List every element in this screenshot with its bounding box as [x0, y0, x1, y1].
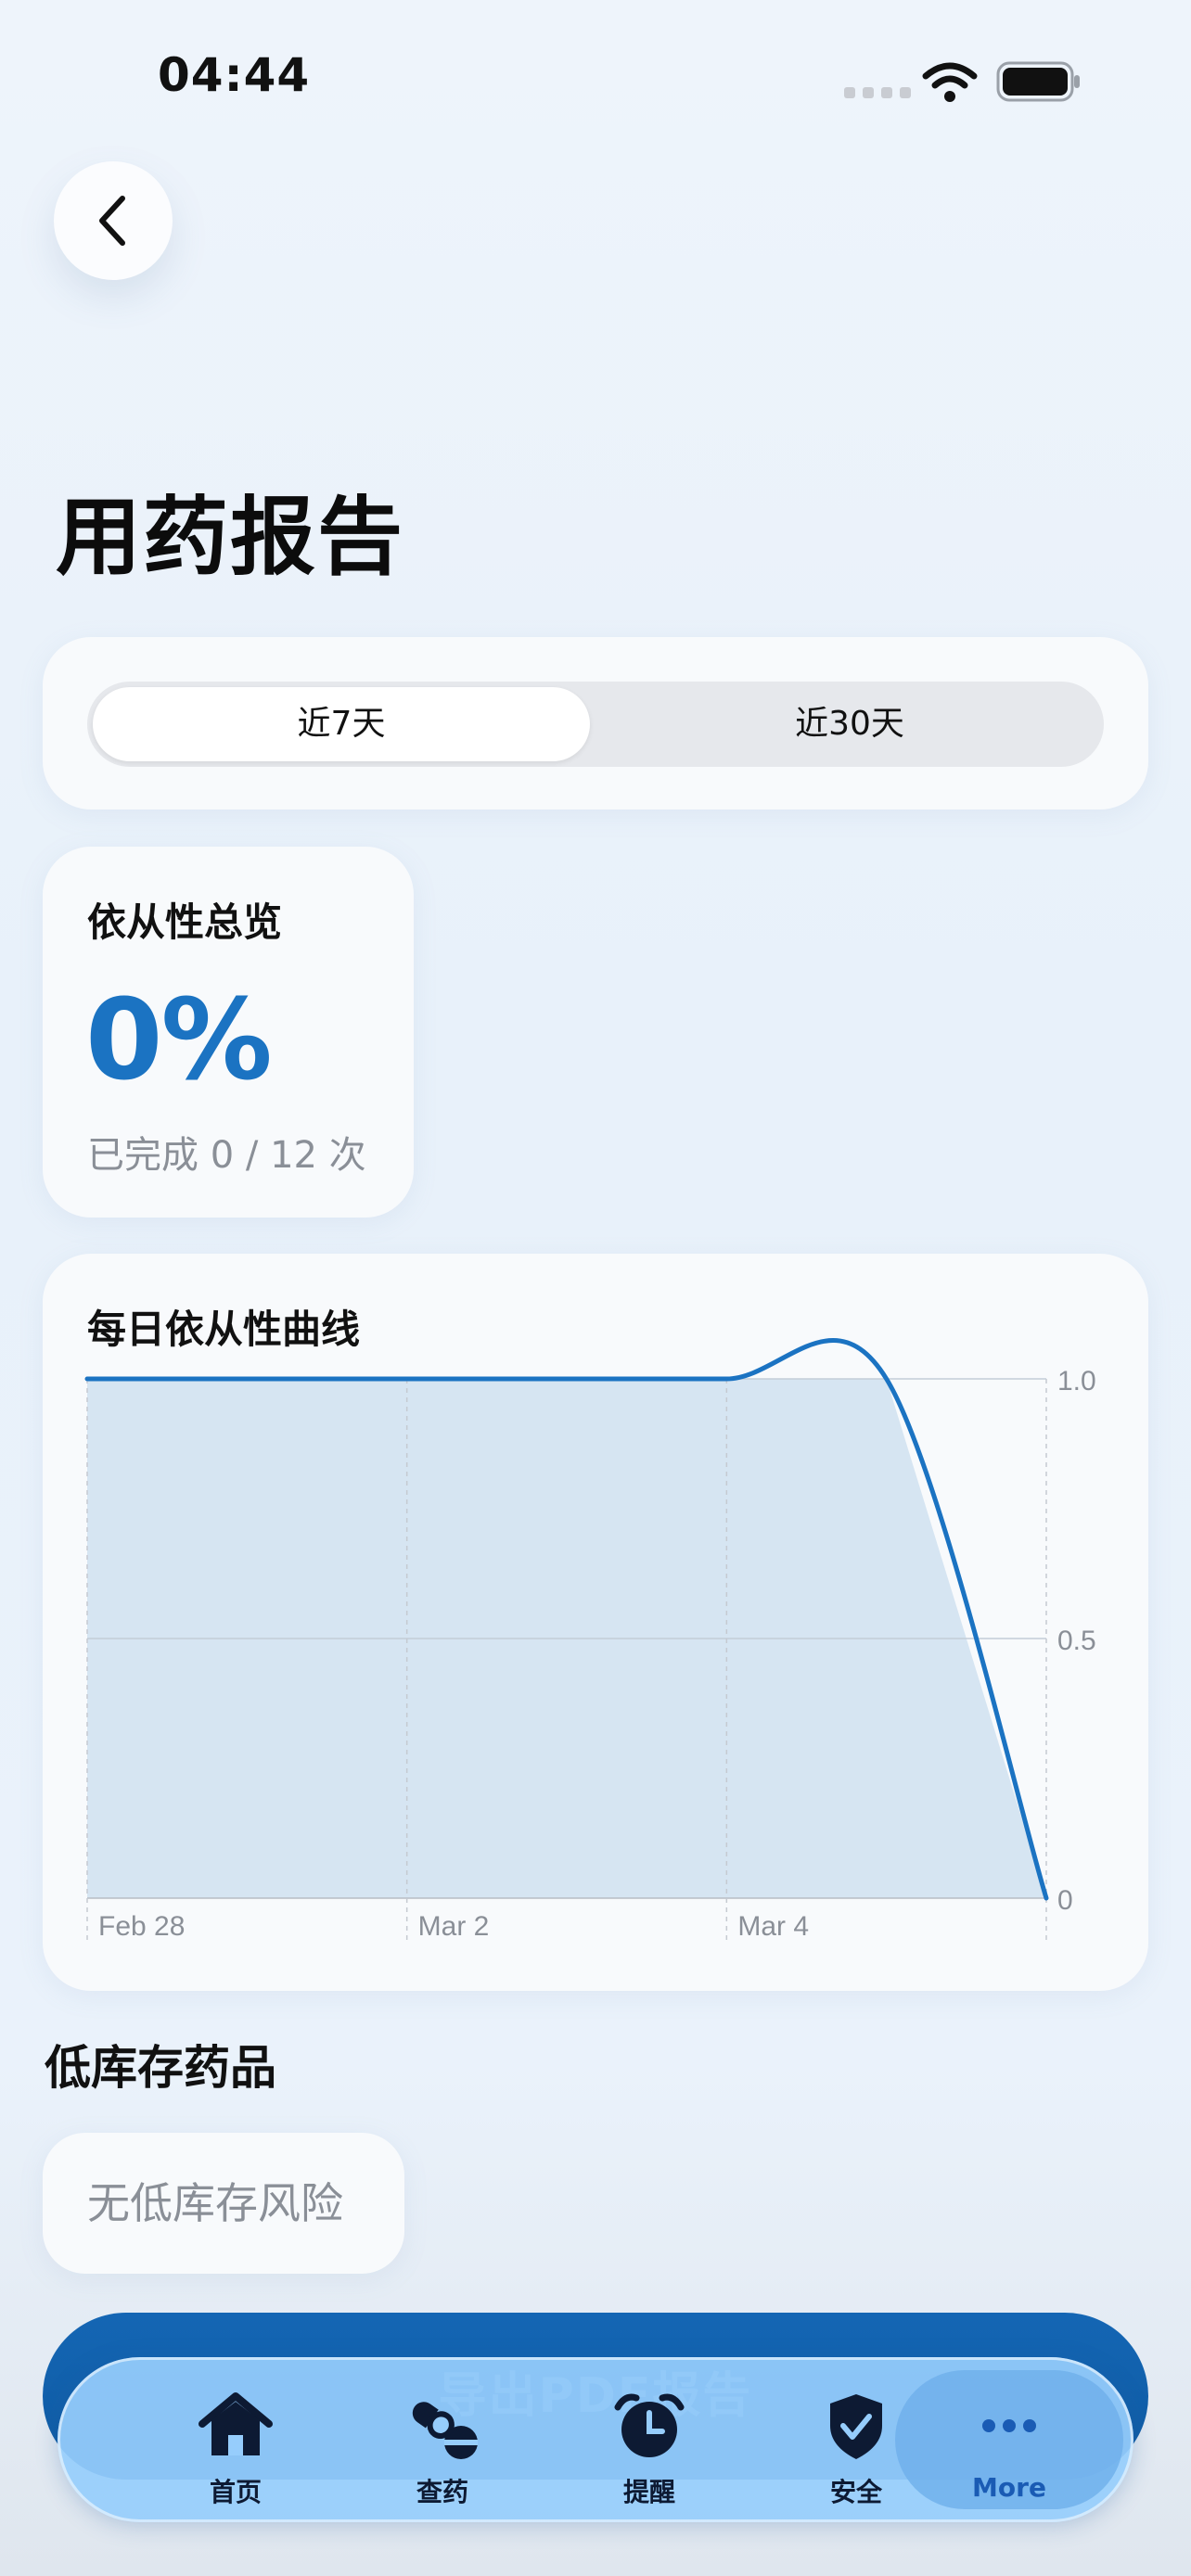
chart-y-tick-label: 0 [1057, 1885, 1073, 1916]
chevron-left-icon [99, 196, 125, 246]
page-title: 用药报告 [56, 488, 405, 587]
chart-y-tick-label: 1.0 [1057, 1366, 1096, 1396]
chart-title: 每日依从性曲线 [87, 1307, 361, 1352]
adherence-percentage: 0% [85, 976, 273, 1105]
chart-x-tick-label: Feb 28 [98, 1911, 185, 1942]
chart-y-tick-label: 0.5 [1057, 1626, 1096, 1656]
back-button[interactable] [54, 161, 173, 280]
adherence-title: 依从性总览 [87, 899, 283, 945]
wifi-icon [922, 62, 978, 102]
house-icon [198, 2392, 273, 2455]
cellular-signal-icon [844, 87, 911, 98]
segment-7-days[interactable]: 近7天 [87, 682, 596, 767]
low-stock-card: 无低库存风险 [43, 2133, 404, 2274]
adherence-completed-count: 已完成 0 / 12 次 [87, 1134, 366, 1177]
tab-home-label: 首页 [209, 2477, 262, 2507]
more-dots-icon [982, 2419, 1036, 2432]
tab-medicine-label: 查药 [416, 2477, 468, 2507]
adherence-chart: 1.0 0.5 0 Feb 28 Mar 2 Mar 4 [84, 1338, 1096, 1945]
tab-reminders-label: 提醒 [622, 2477, 675, 2507]
status-time: 04:44 [158, 48, 311, 102]
low-stock-empty-text: 无低库存风险 [87, 2178, 343, 2228]
segment-30-days[interactable]: 近30天 [596, 682, 1104, 767]
battery-icon [996, 61, 1080, 102]
daily-adherence-chart-card: 1.0 0.5 0 Feb 28 Mar 2 Mar 4 每日依从性曲线 [43, 1254, 1148, 1991]
tab-more[interactable]: More [905, 2357, 1113, 2522]
adherence-overview-card: 依从性总览 0% 已完成 0 / 12 次 [43, 847, 414, 1218]
low-stock-title: 低库存药品 [45, 2041, 276, 2095]
tab-home[interactable]: 首页 [132, 2357, 339, 2522]
tab-reminders[interactable]: 提醒 [545, 2357, 753, 2522]
range-selector-card: 近7天 近30天 [43, 637, 1148, 810]
chart-x-tick-label: Mar 2 [418, 1911, 490, 1942]
tab-medicine[interactable]: 查药 [339, 2357, 546, 2522]
pills-icon [412, 2402, 478, 2459]
bottom-tab-bar: 首页 查药 提醒 安全 More [58, 2357, 1133, 2522]
tab-more-label: More [972, 2472, 1046, 2503]
range-segmented-control: 近7天 近30天 [87, 682, 1104, 767]
shield-check-icon [830, 2394, 882, 2459]
alarm-clock-icon [614, 2393, 685, 2457]
chart-x-tick-label: Mar 4 [737, 1911, 809, 1942]
